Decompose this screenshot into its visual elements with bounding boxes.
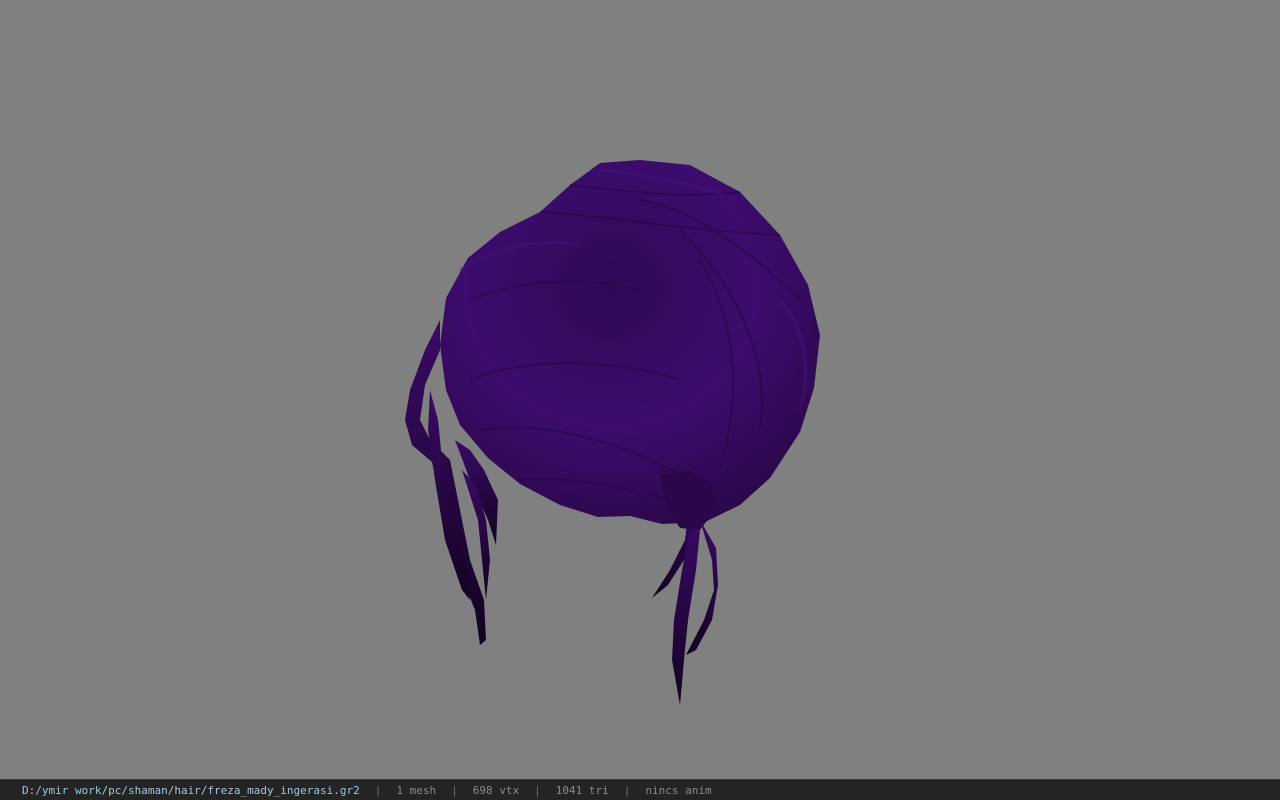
hair-model-render	[405, 160, 820, 705]
status-separator: |	[374, 783, 382, 797]
model-viewport[interactable]	[0, 0, 1280, 779]
mesh-count-label: 1 mesh	[396, 783, 437, 797]
status-separator: |	[451, 783, 458, 797]
status-separator: |	[623, 783, 631, 797]
file-path-label: D:/ymir work/pc/shaman/hair/freza_mady_i…	[22, 783, 360, 797]
status-bar: D:/ymir work/pc/shaman/hair/freza_mady_i…	[0, 779, 1280, 800]
animation-status-label: nincs anim	[645, 783, 712, 797]
hair-bun	[440, 160, 820, 524]
vertex-count-label: 698 vtx	[472, 783, 520, 797]
status-separator: |	[534, 783, 541, 797]
right-hair-strands	[652, 500, 718, 705]
triangle-count-label: 1041 tri	[555, 783, 609, 797]
